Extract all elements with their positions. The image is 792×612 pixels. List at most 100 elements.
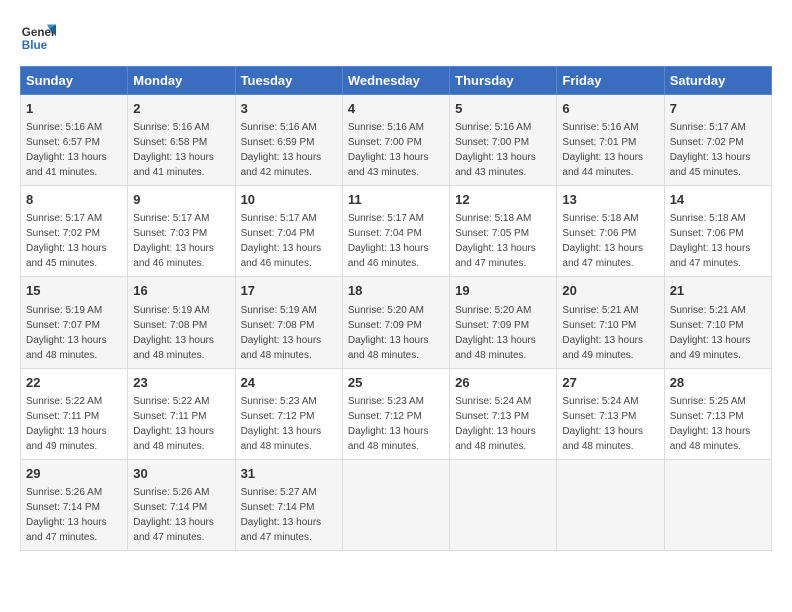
calendar-cell: 24Sunrise: 5:23 AMSunset: 7:12 PMDayligh…: [235, 368, 342, 459]
day-number: 31: [241, 465, 337, 483]
daylight-info: Daylight: 13 hours and 48 minutes.: [455, 426, 536, 452]
sunrise-info: Sunrise: 5:23 AM: [348, 396, 424, 407]
calendar-cell: [342, 459, 449, 550]
day-number: 5: [455, 100, 551, 118]
sunset-info: Sunset: 7:09 PM: [348, 320, 422, 331]
calendar-cell: 4Sunrise: 5:16 AMSunset: 7:00 PMDaylight…: [342, 95, 449, 186]
day-header-saturday: Saturday: [664, 67, 771, 95]
week-row-5: 29 Sunrise: 5:26 AM Sunset: 7:14 PM Dayligh…: [21, 459, 772, 550]
calendar-cell: [664, 459, 771, 550]
week-row-1: 1Sunrise: 5:16 AMSunset: 6:57 PMDaylight…: [21, 95, 772, 186]
calendar-cell: 11Sunrise: 5:17 AMSunset: 7:04 PMDayligh…: [342, 186, 449, 277]
sunrise-info: Sunrise: 5:23 AM: [241, 396, 317, 407]
day-number: 28: [670, 374, 766, 392]
day-number: 10: [241, 191, 337, 209]
sunrise-info: Sunrise: 5:21 AM: [562, 305, 638, 316]
calendar-header: SundayMondayTuesdayWednesdayThursdayFrid…: [21, 67, 772, 95]
calendar-cell: 25 Sunrise: 5:23 AM Sunset: 7:12 PM Dayligh…: [342, 368, 449, 459]
sunrise-info: Sunrise: 5:26 AM: [133, 487, 209, 498]
day-headers-row: SundayMondayTuesdayWednesdayThursdayFrid…: [21, 67, 772, 95]
calendar-cell: 20Sunrise: 5:21 AMSunset: 7:10 PMDayligh…: [557, 277, 664, 368]
sunset-info: Sunset: 7:14 PM: [241, 502, 315, 513]
calendar-cell: 1Sunrise: 5:16 AMSunset: 6:57 PMDaylight…: [21, 95, 128, 186]
sunrise-info: Sunrise: 5:17 AM: [241, 213, 317, 224]
daylight-info: Daylight: 13 hours and 44 minutes.: [562, 152, 643, 178]
sunset-info: Sunset: 6:58 PM: [133, 137, 207, 148]
calendar-cell: 28Sunrise: 5:25 AMSunset: 7:13 PMDayligh…: [664, 368, 771, 459]
sunrise-info: Sunrise: 5:27 AM: [241, 487, 317, 498]
sunset-info: Sunset: 6:59 PM: [241, 137, 315, 148]
day-number: 8: [26, 191, 122, 209]
sunrise-info: Sunrise: 5:17 AM: [348, 213, 424, 224]
sunrise-info: Sunrise: 5:17 AM: [133, 213, 209, 224]
sunrise-info: Sunrise: 5:16 AM: [26, 122, 102, 133]
sunrise-info: Sunrise: 5:19 AM: [26, 305, 102, 316]
day-number: 9: [133, 191, 229, 209]
sunset-info: Sunset: 7:00 PM: [455, 137, 529, 148]
daylight-info: Daylight: 13 hours and 47 minutes.: [241, 517, 322, 543]
daylight-info: Daylight: 13 hours and 41 minutes.: [133, 152, 214, 178]
day-number: 6: [562, 100, 658, 118]
sunset-info: Sunset: 7:07 PM: [26, 320, 100, 331]
sunset-info: Sunset: 7:02 PM: [26, 228, 100, 239]
daylight-info: Daylight: 13 hours and 43 minutes.: [348, 152, 429, 178]
day-header-tuesday: Tuesday: [235, 67, 342, 95]
calendar-cell: 8Sunrise: 5:17 AMSunset: 7:02 PMDaylight…: [21, 186, 128, 277]
day-number: 13: [562, 191, 658, 209]
sunset-info: Sunset: 7:10 PM: [670, 320, 744, 331]
sunrise-info: Sunrise: 5:16 AM: [241, 122, 317, 133]
sunrise-info: Sunrise: 5:24 AM: [455, 396, 531, 407]
sunrise-info: Sunrise: 5:25 AM: [670, 396, 746, 407]
day-number: 16: [133, 282, 229, 300]
daylight-info: Daylight: 13 hours and 46 minutes.: [133, 243, 214, 269]
sunset-info: Sunset: 7:13 PM: [455, 411, 529, 422]
sunrise-info: Sunrise: 5:19 AM: [133, 305, 209, 316]
calendar-cell: 21Sunrise: 5:21 AMSunset: 7:10 PMDayligh…: [664, 277, 771, 368]
day-number: 3: [241, 100, 337, 118]
calendar-cell: 5Sunrise: 5:16 AMSunset: 7:00 PMDaylight…: [450, 95, 557, 186]
sunrise-info: Sunrise: 5:18 AM: [670, 213, 746, 224]
daylight-info: Daylight: 13 hours and 48 minutes.: [348, 426, 429, 452]
day-header-thursday: Thursday: [450, 67, 557, 95]
calendar-cell: 30Sunrise: 5:26 AMSunset: 7:14 PMDayligh…: [128, 459, 235, 550]
sunset-info: Sunset: 7:11 PM: [26, 411, 99, 422]
sunset-info: Sunset: 7:13 PM: [670, 411, 744, 422]
svg-text:Blue: Blue: [22, 39, 48, 52]
sunset-info: Sunset: 7:03 PM: [133, 228, 207, 239]
calendar-cell: 18 Sunrise: 5:20 AM Sunset: 7:09 PM Dayligh…: [342, 277, 449, 368]
sunrise-info: Sunrise: 5:17 AM: [26, 213, 102, 224]
day-number: 19: [455, 282, 551, 300]
calendar-cell: 17Sunrise: 5:19 AMSunset: 7:08 PMDayligh…: [235, 277, 342, 368]
sunset-info: Sunset: 7:12 PM: [348, 411, 422, 422]
day-number: 25: [348, 374, 444, 392]
daylight-info: Daylight: 13 hours and 49 minutes.: [26, 426, 107, 452]
sunset-info: Sunset: 7:09 PM: [455, 320, 529, 331]
calendar-cell: [450, 459, 557, 550]
sunrise-info: Sunrise: 5:24 AM: [562, 396, 638, 407]
daylight-info: Daylight: 13 hours and 48 minutes.: [348, 335, 429, 361]
calendar-cell: 3Sunrise: 5:16 AMSunset: 6:59 PMDaylight…: [235, 95, 342, 186]
sunset-info: Sunset: 7:06 PM: [670, 228, 744, 239]
sunset-info: Sunset: 7:08 PM: [241, 320, 315, 331]
sunset-info: Sunset: 7:14 PM: [133, 502, 207, 513]
daylight-info: Daylight: 13 hours and 43 minutes.: [455, 152, 536, 178]
week-row-2: 8 Sunrise: 5:17 AM Sunset: 7:02 PM Daylight…: [21, 186, 772, 277]
day-number: 15: [26, 282, 122, 300]
sunset-info: Sunset: 7:00 PM: [348, 137, 422, 148]
sunrise-info: Sunrise: 5:20 AM: [348, 305, 424, 316]
day-number: 22: [26, 374, 122, 392]
calendar-cell: 22Sunrise: 5:22 AMSunset: 7:11 PMDayligh…: [21, 368, 128, 459]
calendar-cell: 16Sunrise: 5:19 AMSunset: 7:08 PMDayligh…: [128, 277, 235, 368]
day-number: 1: [26, 100, 122, 118]
day-number: 29: [26, 465, 122, 483]
day-number: 18: [348, 282, 444, 300]
sunset-info: Sunset: 7:05 PM: [455, 228, 529, 239]
sunrise-info: Sunrise: 5:17 AM: [670, 122, 746, 133]
daylight-info: Daylight: 13 hours and 49 minutes.: [562, 335, 643, 361]
day-header-friday: Friday: [557, 67, 664, 95]
sunrise-info: Sunrise: 5:22 AM: [133, 396, 209, 407]
calendar-cell: 29Sunrise: 5:26 AMSunset: 7:14 PMDayligh…: [21, 459, 128, 550]
sunset-info: Sunset: 7:08 PM: [133, 320, 207, 331]
calendar-cell: 27Sunrise: 5:24 AMSunset: 7:13 PMDayligh…: [557, 368, 664, 459]
sunset-info: Sunset: 7:14 PM: [26, 502, 100, 513]
